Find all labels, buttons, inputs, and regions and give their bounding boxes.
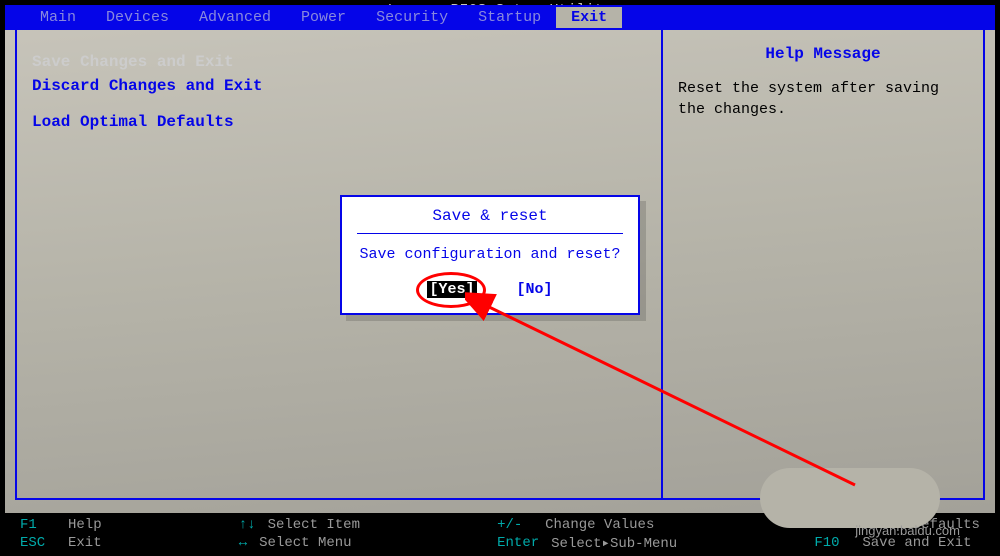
option-load-defaults[interactable]: Load Optimal Defaults: [32, 110, 646, 134]
dialog-message: Save configuration and reset?: [357, 246, 623, 263]
menu-bar: Main Devices Advanced Power Security Sta…: [5, 5, 995, 30]
key-f1: F1: [20, 517, 56, 533]
menu-power[interactable]: Power: [286, 7, 361, 28]
dialog-title: Save & reset: [357, 207, 623, 234]
action-select-menu: Select Menu: [259, 535, 351, 551]
action-help: Help: [68, 517, 102, 533]
key-f10: F10: [814, 535, 850, 551]
key-plusminus: +/-: [497, 517, 533, 533]
action-change-values: Change Values: [545, 517, 654, 533]
dialog-buttons: [Yes] [No]: [357, 281, 623, 298]
help-panel: Help Message Reset the system after savi…: [663, 30, 983, 498]
menu-main[interactable]: Main: [25, 7, 91, 28]
no-button[interactable]: [No]: [517, 281, 553, 298]
watermark-bg: [760, 468, 940, 528]
action-exit: Exit: [68, 535, 102, 551]
key-leftright: ↔: [239, 535, 247, 551]
action-submenu: Select▸Sub-Menu: [551, 535, 677, 552]
key-esc: ESC: [20, 535, 56, 551]
menu-advanced[interactable]: Advanced: [184, 7, 286, 28]
menu-startup[interactable]: Startup: [463, 7, 556, 28]
key-enter: Enter: [497, 535, 539, 552]
menu-exit[interactable]: Exit: [556, 7, 622, 28]
confirm-dialog: Save & reset Save configuration and rese…: [340, 195, 640, 315]
option-save-exit[interactable]: Save Changes and Exit: [32, 50, 646, 74]
action-select-item: Select Item: [268, 517, 360, 533]
key-updown: ↑↓: [239, 517, 256, 533]
help-title: Help Message: [678, 45, 968, 63]
menu-devices[interactable]: Devices: [91, 7, 184, 28]
yes-button[interactable]: [Yes]: [427, 281, 476, 298]
menu-security[interactable]: Security: [361, 7, 463, 28]
help-text: Reset the system after saving the change…: [678, 78, 968, 120]
watermark: jingyan.baidu.com: [855, 523, 960, 538]
option-discard-exit[interactable]: Discard Changes and Exit: [32, 74, 646, 98]
